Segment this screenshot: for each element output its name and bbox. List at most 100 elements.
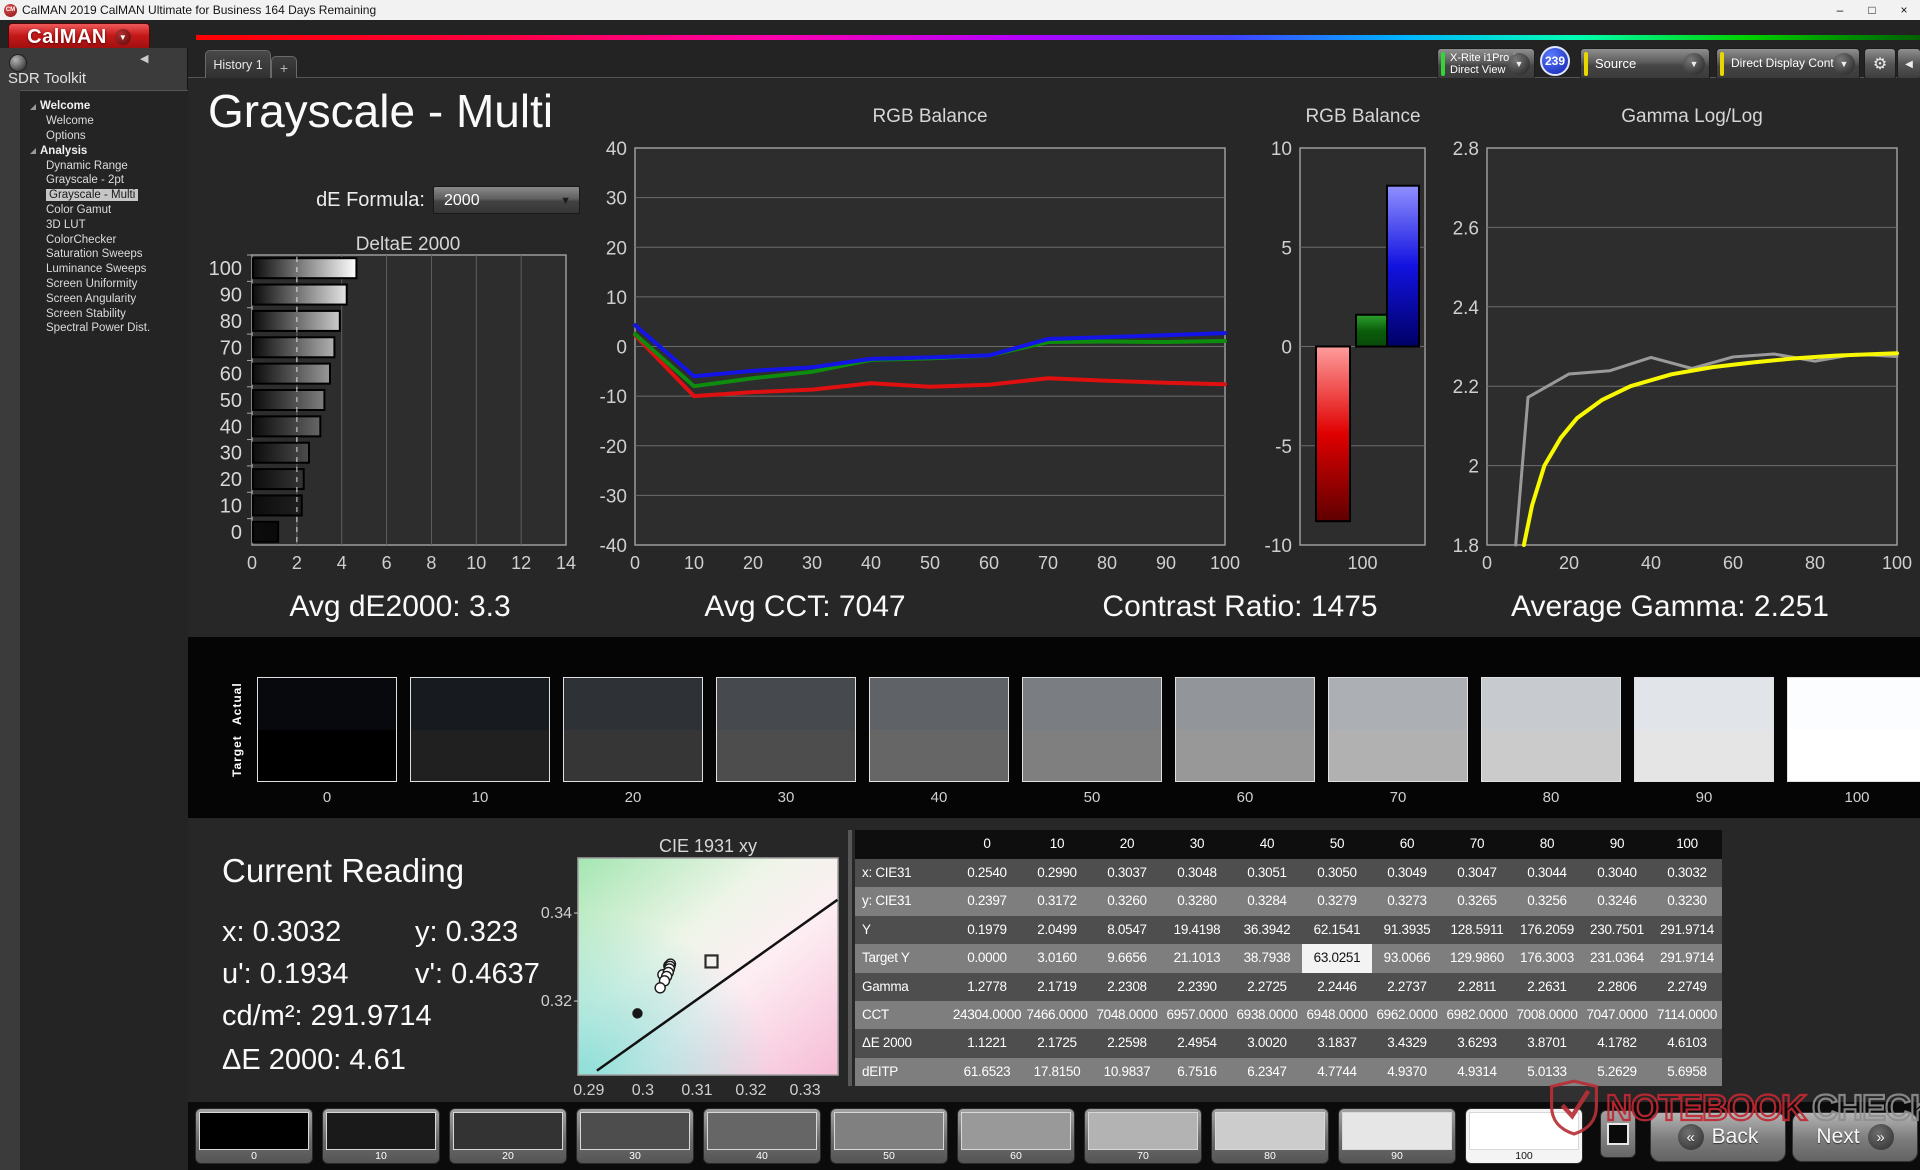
target-swatch [1635, 730, 1773, 782]
table-cell: 0.3265 [1442, 887, 1512, 915]
pattern-button-0[interactable]: 0 [195, 1108, 313, 1164]
grayscale-tile-0 [257, 677, 397, 782]
table-cell: 2.2806 [1582, 973, 1652, 1001]
sidebar-group-analysis[interactable]: Analysis [20, 144, 188, 159]
pattern-button-70[interactable]: 70 [1084, 1108, 1202, 1164]
sidebar-item-grayscale-2pt[interactable]: Grayscale - 2pt [20, 173, 188, 188]
pattern-button-40[interactable]: 40 [703, 1108, 821, 1164]
svg-text:2.2: 2.2 [1453, 377, 1479, 398]
sidebar-item-screen-angularity[interactable]: Screen Angularity [20, 292, 188, 307]
sidebar-item-colorchecker[interactable]: ColorChecker [20, 233, 188, 248]
pattern-button-10[interactable]: 10 [322, 1108, 440, 1164]
source-dropdown[interactable]: Source ▼ [1580, 48, 1710, 80]
table-cell: 9.6656 [1092, 944, 1162, 972]
sidebar-item-options[interactable]: Options [20, 129, 188, 144]
sidebar-item-luminance-sweeps[interactable]: Luminance Sweeps [20, 262, 188, 277]
pattern-level-label: 50 [831, 1150, 947, 1162]
sidebar-collapse-icon[interactable]: ◀ [140, 52, 148, 65]
pattern-button-30[interactable]: 30 [576, 1108, 694, 1164]
pattern-button-50[interactable]: 50 [830, 1108, 948, 1164]
sidebar-item-spectral-power-dist[interactable]: Spectral Power Dist. [20, 321, 188, 336]
sidebar-item-saturation-sweeps[interactable]: Saturation Sweeps [20, 247, 188, 262]
row-label: y: CIE31 [855, 887, 952, 915]
svg-text:60: 60 [1723, 553, 1743, 573]
grayscale-tile-20 [563, 677, 703, 782]
table-cell: 0.1979 [952, 916, 1022, 944]
meter-dropdown[interactable]: X-Rite i1Pro 2 Direct View ▼ [1437, 48, 1535, 80]
sidebar-item-welcome[interactable]: Welcome [20, 114, 188, 129]
workflow-title: SDR Toolkit [8, 70, 86, 87]
swatch-level-label: 90 [1634, 789, 1774, 806]
collapse-panel-button[interactable]: ◀ [1897, 48, 1920, 80]
table-cell: 0.3246 [1582, 887, 1652, 915]
tab-history-1[interactable]: History 1 [205, 50, 271, 78]
svg-text:5: 5 [1281, 238, 1292, 259]
deltae-chart: 024681012141009080706050403020100 [185, 225, 595, 590]
svg-text:-10: -10 [1265, 536, 1292, 557]
svg-text:-30: -30 [600, 486, 627, 507]
swatch-level-label: 40 [869, 789, 1009, 806]
de-formula-dropdown[interactable]: 2000 ▼ [433, 186, 580, 214]
table-cell: 2.2390 [1162, 973, 1232, 1001]
de-bar-100 [253, 258, 356, 278]
de-bar-0 [253, 522, 278, 542]
table-splitter[interactable] [848, 830, 852, 1086]
grayscale-tile-10 [410, 677, 550, 782]
svg-text:40: 40 [1641, 553, 1661, 573]
meter-count-badge[interactable]: 239 [1540, 46, 1570, 76]
row-label: x: CIE31 [855, 859, 952, 887]
table-cell: 17.8150 [1022, 1058, 1092, 1086]
sidebar-item-label: 3D LUT [46, 219, 86, 231]
avg-gamma-readout: Average Gamma: 2.251 [1511, 590, 1829, 624]
maximize-button[interactable]: □ [1856, 3, 1888, 17]
sidebar-item-grayscale-multi[interactable]: Grayscale - Multi [20, 188, 188, 203]
sidebar-group-welcome[interactable]: Welcome [20, 99, 188, 114]
add-tab-button[interactable]: + [271, 56, 297, 78]
rainbow-divider [196, 35, 1920, 40]
reading-u-prime: u': 0.1934 [222, 958, 348, 991]
swatch-level-label: 30 [716, 789, 856, 806]
chevron-left-icon: ◀ [1905, 59, 1913, 70]
measurement-point [633, 1009, 642, 1018]
row-label: Target Y [855, 944, 952, 972]
target-row-label: Target [230, 730, 246, 782]
balance-bar-red [1316, 347, 1350, 522]
de-formula-value: 2000 [444, 192, 480, 209]
column-header: 40 [1232, 830, 1302, 859]
pattern-button-20[interactable]: 20 [449, 1108, 567, 1164]
svg-text:80: 80 [1097, 553, 1117, 573]
sidebar-item-screen-uniformity[interactable]: Screen Uniformity [20, 277, 188, 292]
calman-window: CM CalMAN 2019 CalMAN Ultimate for Busin… [0, 0, 1920, 1170]
svg-text:20: 20 [606, 238, 627, 259]
close-button[interactable]: × [1888, 3, 1920, 17]
sidebar-item-3d-lut[interactable]: 3D LUT [20, 218, 188, 233]
svg-text:100: 100 [1347, 553, 1377, 573]
svg-text:10: 10 [1271, 139, 1292, 160]
display-status-strip [1720, 52, 1724, 76]
table-cell: 0.2540 [952, 859, 1022, 887]
pattern-swatch [1342, 1112, 1452, 1150]
target-swatch [870, 730, 1008, 782]
sidebar-item-screen-stability[interactable]: Screen Stability [20, 307, 188, 322]
svg-text:40: 40 [220, 416, 242, 438]
table-cell: 0.3172 [1022, 887, 1092, 915]
actual-swatch [411, 678, 549, 730]
minimize-button[interactable]: – [1824, 3, 1856, 17]
column-header: 30 [1162, 830, 1232, 859]
pattern-button-60[interactable]: 60 [957, 1108, 1075, 1164]
settings-button[interactable]: ⚙ [1864, 48, 1896, 80]
pattern-level-label: 100 [1466, 1150, 1582, 1162]
svg-text:0: 0 [1281, 338, 1292, 359]
table-cell: 0.3280 [1162, 887, 1232, 915]
svg-text:0.3: 0.3 [632, 1082, 654, 1095]
pattern-button-80[interactable]: 80 [1211, 1108, 1329, 1164]
calman-logo-button[interactable]: CalMAN ▼ [8, 23, 150, 51]
sidebar-item-color-gamut[interactable]: Color Gamut [20, 203, 188, 218]
pattern-button-90[interactable]: 90 [1338, 1108, 1456, 1164]
svg-text:4: 4 [337, 553, 347, 573]
sidebar-item-label: Screen Angularity [46, 293, 136, 305]
sidebar-item-dynamic-range[interactable]: Dynamic Range [20, 159, 188, 174]
display-control-dropdown[interactable]: Direct Display Control ▼ [1716, 48, 1860, 80]
swatch-level-label: 70 [1328, 789, 1468, 806]
table-row-target-y: Target Y0.00003.01609.665621.101338.7938… [855, 944, 1722, 972]
